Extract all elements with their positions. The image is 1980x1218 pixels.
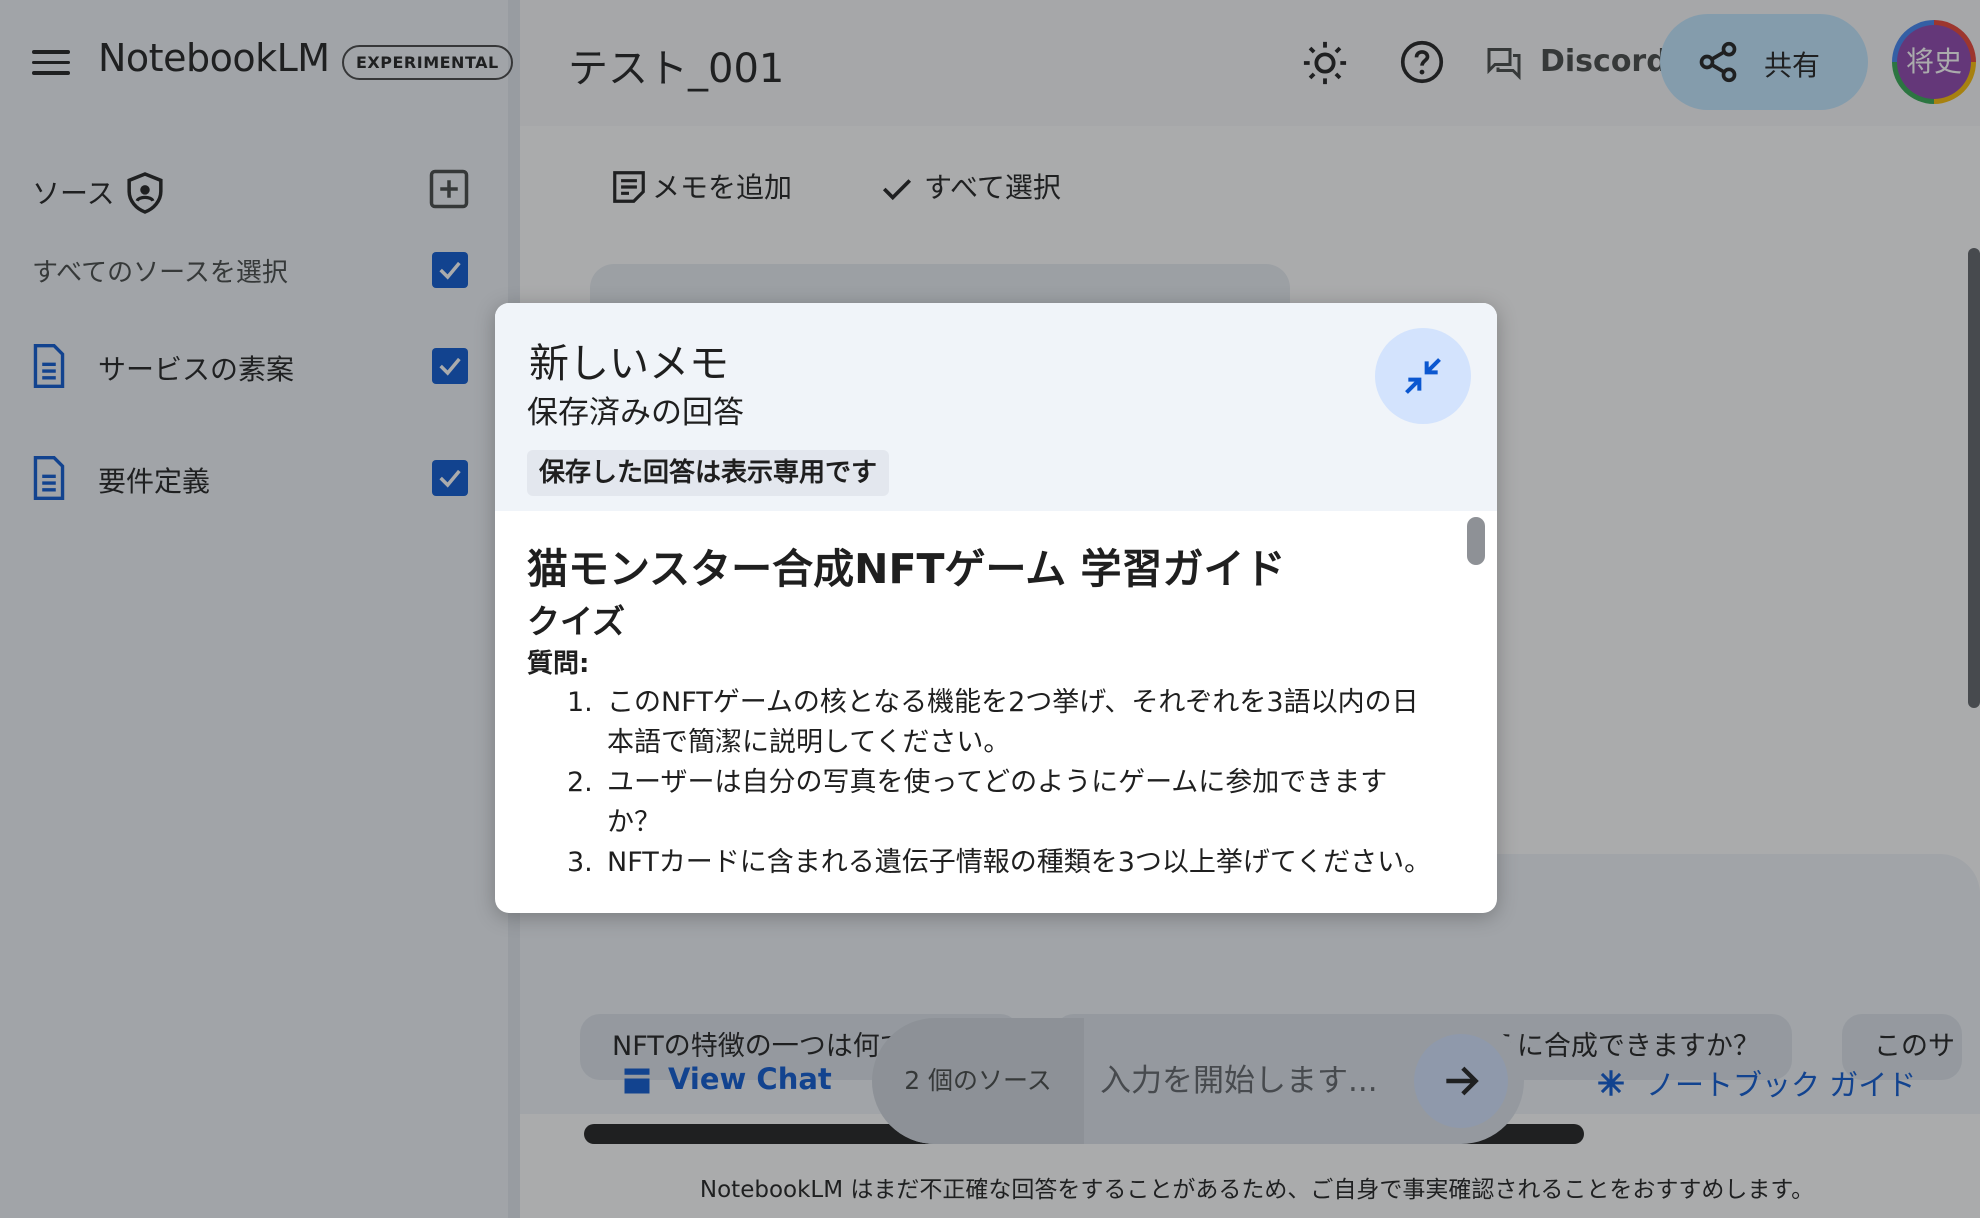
- question-item: 2. ユーザーは自分の写真を使ってどのようにゲームに参加できますか？: [567, 767, 1388, 838]
- dialog-subtitle: 保存済みの回答: [527, 395, 744, 431]
- question-item: 1. このNFTゲームの核となる機能を2つ挙げ、それぞれを3語以内の日本語で簡潔に…: [567, 687, 1419, 758]
- collapse-icon: [1405, 358, 1441, 394]
- dialog-body: 猫モンスター合成NFTゲーム 学習ガイド クイズ 質問: 1. このNFTゲームの…: [495, 511, 1497, 913]
- dialog-scrollbar[interactable]: [1467, 517, 1485, 565]
- question-item: 3. NFTカードに含まれる遺伝子情報の種類を3つ以上挙げてください。: [567, 847, 1432, 878]
- quiz-heading: クイズ: [527, 602, 626, 641]
- note-dialog: 新しいメモ 保存済みの回答 保存した回答は表示専用です 猫モンスター合成NFTゲ…: [495, 303, 1497, 913]
- dialog-header: 新しいメモ 保存済みの回答 保存した回答は表示専用です: [495, 303, 1497, 511]
- dialog-title: 新しいメモ: [529, 341, 729, 387]
- question-list: 1. このNFTゲームの核となる機能を2つ挙げ、それぞれを3語以内の日本語で簡潔に…: [567, 683, 1439, 883]
- readonly-notice: 保存した回答は表示専用です: [527, 450, 890, 496]
- collapse-button[interactable]: [1375, 328, 1471, 424]
- guide-heading: 猫モンスター合成NFTゲーム 学習ガイド: [527, 545, 1286, 593]
- questions-label: 質問:: [527, 649, 590, 679]
